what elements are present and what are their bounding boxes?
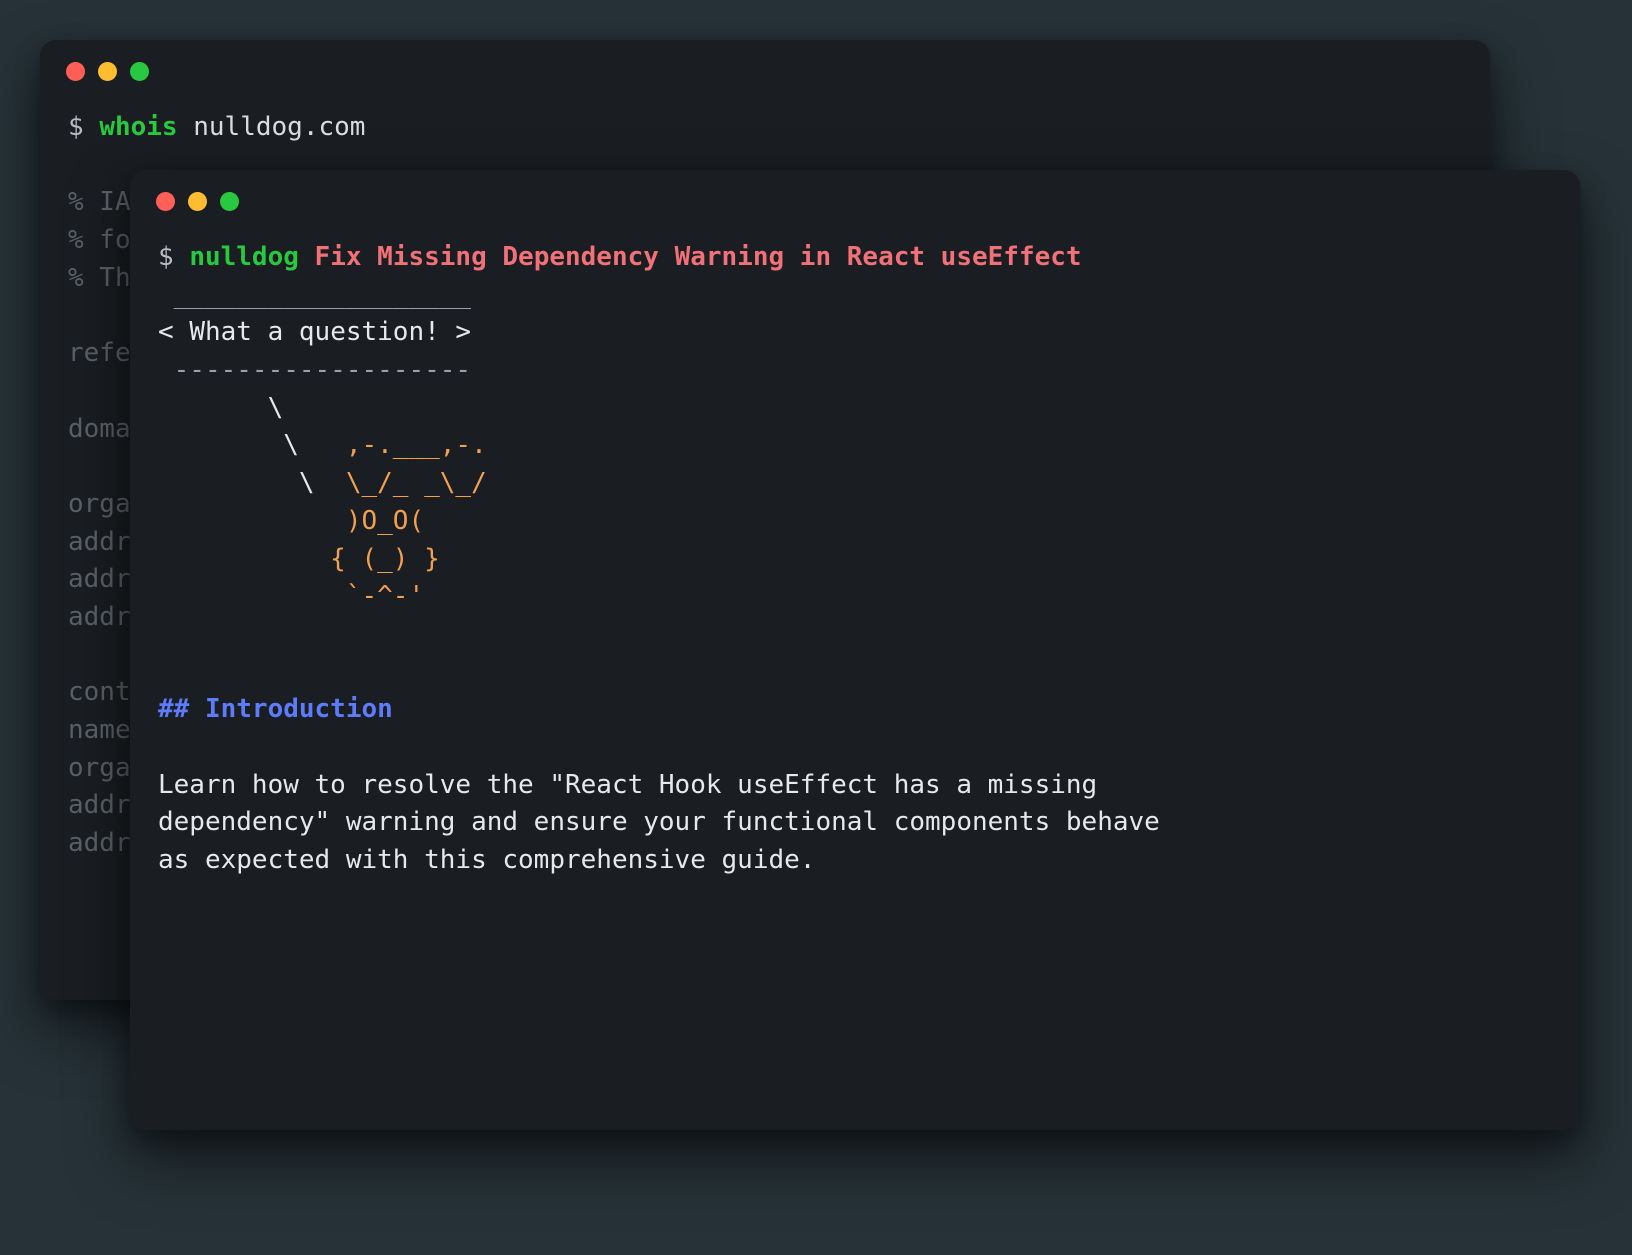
speech-border-bottom: ------------------- (158, 355, 471, 385)
prompt-symbol: $ (68, 112, 84, 142)
ascii-art-line: \ \_/_ _\_/ (158, 468, 487, 498)
speech-border-top: ___________________ (158, 280, 471, 310)
ascii-art-line: \ (158, 393, 283, 423)
command: whois (99, 112, 177, 142)
prompt-symbol: $ (158, 242, 174, 272)
maximize-icon[interactable] (130, 62, 149, 81)
body-text-line: Learn how to resolve the "React Hook use… (158, 770, 1097, 800)
close-icon[interactable] (66, 62, 85, 81)
titlebar-front (130, 170, 1580, 221)
command-argument: Fix Missing Dependency Warning in React … (315, 242, 1082, 272)
minimize-icon[interactable] (98, 62, 117, 81)
command: nulldog (189, 242, 299, 272)
close-icon[interactable] (156, 192, 175, 211)
body-text-line: as expected with this comprehensive guid… (158, 845, 815, 875)
minimize-icon[interactable] (188, 192, 207, 211)
terminal-window-front: $ nulldog Fix Missing Dependency Warning… (130, 170, 1580, 1130)
ascii-art-line: `-^-' (158, 581, 424, 611)
body-text-line: dependency" warning and ensure your func… (158, 807, 1160, 837)
ascii-art-line: { (_) } (158, 544, 440, 574)
maximize-icon[interactable] (220, 192, 239, 211)
ascii-art-line: )O_O( (158, 506, 424, 536)
titlebar-back (40, 40, 1490, 91)
section-heading: ## Introduction (158, 694, 393, 724)
command-argument: nulldog.com (193, 112, 365, 142)
ascii-art-line: \ ,-.___,-. (158, 430, 487, 460)
terminal-content-front: $ nulldog Fix Missing Dependency Warning… (130, 221, 1580, 898)
speech-bubble-text: < What a question! > (158, 317, 471, 347)
